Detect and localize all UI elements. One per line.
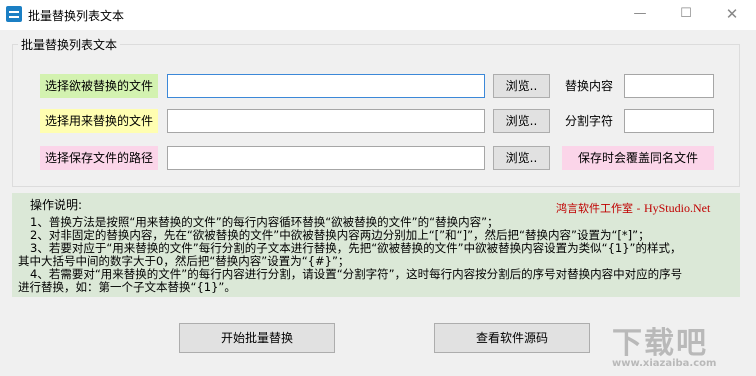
view-source-button[interactable]: 查看软件源码: [434, 323, 590, 353]
browse-source-button[interactable]: 浏览..: [493, 74, 550, 98]
browse-save-button[interactable]: 浏览..: [493, 146, 550, 170]
instruction-line: 进行替换，如：第一个子文本替换“{1}”。: [18, 280, 236, 294]
window-title: 批量替换列表文本: [28, 9, 125, 23]
maximize-icon[interactable]: ☐: [676, 5, 696, 23]
browse-replacement-button[interactable]: 浏览..: [493, 109, 550, 133]
save-path-input[interactable]: [167, 146, 485, 170]
save-path-label: 选择保存文件的路径: [40, 146, 158, 170]
replace-content-input[interactable]: [624, 74, 714, 98]
instructions-title: 操作说明:: [30, 198, 83, 212]
overwrite-option[interactable]: 保存时会覆盖同名文件: [562, 146, 714, 170]
replacement-file-label: 选择用来替换的文件: [40, 109, 158, 133]
source-file-input[interactable]: [167, 74, 485, 98]
title-bar: 批量替换列表文本 — ☐ ✕: [0, 0, 756, 30]
split-char-label: 分割字符: [565, 114, 614, 128]
source-file-label: 选择欲被替换的文件: [40, 74, 158, 98]
instructions-text: 1、普换方法是按照“用来替换的文件”的每行内容循环替换“欲被替换的文件”的“替换…: [18, 216, 738, 294]
split-char-input[interactable]: [624, 109, 714, 133]
app-icon: [6, 6, 22, 22]
brand-text: 鸿言软件工作室 - HyStudio.Net: [556, 201, 711, 215]
minimize-icon[interactable]: —: [630, 5, 650, 23]
watermark-logo: 下载吧 www.xiazaiba.com: [612, 326, 717, 369]
close-icon[interactable]: ✕: [722, 5, 742, 23]
replacement-file-input[interactable]: [167, 109, 485, 133]
start-replace-button[interactable]: 开始批量替换: [179, 323, 335, 353]
replace-content-label: 替换内容: [565, 79, 614, 93]
group-legend: 批量替换列表文本: [18, 36, 121, 53]
